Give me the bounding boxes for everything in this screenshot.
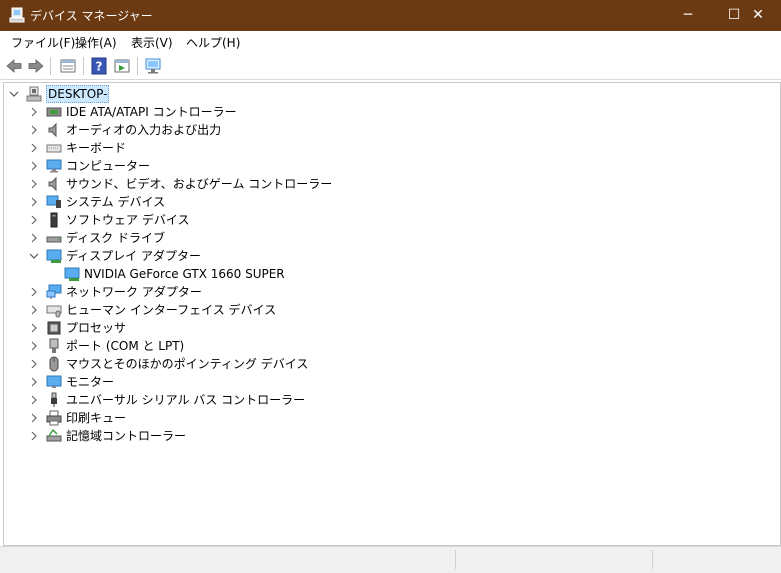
chevron-right-icon[interactable]: [28, 427, 40, 445]
tree-item-label: ソフトウェア デバイス: [66, 213, 190, 227]
chevron-right-icon[interactable]: [28, 157, 40, 175]
processor-icon: [47, 321, 61, 335]
chevron-right-icon[interactable]: [28, 139, 40, 157]
window-title: デバイス マネージャー: [30, 9, 153, 23]
update-driver-icon[interactable]: [113, 57, 131, 75]
tree-item-label: キーボード: [66, 141, 127, 155]
chevron-right-icon[interactable]: [28, 391, 40, 409]
tree-item-label: システム デバイス: [66, 195, 166, 209]
tree-root-label: DESKTOP-: [46, 85, 110, 103]
status-pane: [652, 550, 779, 569]
storage-controller-icon: [46, 428, 62, 442]
speaker-icon: [48, 122, 57, 138]
tree-item-label: コンピューター: [66, 159, 151, 173]
chevron-down-icon[interactable]: [28, 247, 40, 265]
tree-item-label: モニター: [66, 375, 115, 389]
display-adapter-icon: [64, 267, 80, 281]
chevron-right-icon[interactable]: [28, 193, 40, 211]
chevron-right-icon[interactable]: [28, 229, 40, 247]
properties-icon[interactable]: [59, 57, 77, 75]
tree-item-label: ネットワーク アダプター: [66, 285, 202, 299]
tree-item-label: IDE ATA/ATAPI コントローラー: [66, 105, 237, 119]
minimize-button[interactable]: ─: [665, 0, 711, 31]
tree-item-label: ヒューマン インターフェイス デバイス: [66, 303, 277, 317]
tree-child-label: NVIDIA GeForce GTX 1660 SUPER: [84, 267, 285, 281]
computer-icon: [46, 159, 62, 173]
chevron-right-icon[interactable]: [28, 283, 40, 301]
system-device-icon: [46, 195, 61, 208]
tree-item-label: 記憶域コントローラー: [66, 429, 187, 443]
tree-item-label: プロセッサ: [66, 321, 127, 335]
chevron-down-icon[interactable]: [8, 85, 20, 103]
close-button[interactable]: ✕: [735, 0, 781, 31]
forward-arrow-icon[interactable]: [27, 57, 45, 75]
menu-bar: ファイル(F) 操作(A) 表示(V) ヘルプ(H): [0, 31, 781, 54]
chevron-right-icon[interactable]: [28, 337, 40, 355]
chevron-right-icon[interactable]: [28, 211, 40, 229]
menu-view[interactable]: 表示(V): [131, 34, 173, 51]
svg-text:?: ?: [96, 60, 103, 74]
chevron-right-icon[interactable]: [28, 103, 40, 121]
chevron-right-icon[interactable]: [28, 319, 40, 337]
software-device-icon: [50, 212, 58, 228]
tree-item-label: サウンド、ビデオ、およびゲーム コントローラー: [66, 177, 333, 191]
tree-item-label: ディスク ドライブ: [66, 231, 165, 245]
toolbar-separator: [83, 57, 84, 75]
menu-help[interactable]: ヘルプ(H): [186, 34, 240, 51]
tree-item-label: オーディオの入力および出力: [66, 123, 222, 137]
monitor-icon: [46, 375, 62, 388]
chevron-right-icon[interactable]: [28, 121, 40, 139]
device-tree[interactable]: DESKTOP- IDE ATA/ATAPI コントローラー オーディオの入力お…: [3, 82, 781, 546]
menu-action[interactable]: 操作(A): [75, 34, 117, 51]
ide-controller-icon: [46, 107, 62, 117]
toolbar-separator: [50, 57, 51, 75]
network-adapter-icon: [46, 284, 62, 299]
mouse-icon: [49, 356, 59, 372]
chevron-right-icon[interactable]: [28, 373, 40, 391]
printer-icon: [46, 410, 62, 426]
computer-root-icon: [26, 86, 42, 102]
device-manager-icon: [9, 7, 25, 23]
sound-icon: [48, 176, 57, 192]
scan-hardware-icon[interactable]: [144, 57, 162, 75]
status-pane: [455, 550, 651, 569]
hid-icon: [46, 305, 62, 318]
chevron-right-icon[interactable]: [28, 175, 40, 193]
port-icon: [49, 338, 59, 353]
tree-item-label: マウスとそのほかのポインティング デバイス: [66, 357, 309, 371]
tree-item-label: 印刷キュー: [66, 411, 127, 425]
disk-drive-icon: [46, 236, 62, 243]
display-adapter-icon: [46, 249, 62, 263]
toolbar-separator: [137, 57, 138, 75]
chevron-right-icon[interactable]: [28, 409, 40, 427]
usb-icon: [51, 392, 57, 407]
toolbar: ?: [0, 53, 781, 80]
tree-item-label: ディスプレイ アダプター: [66, 249, 201, 263]
menu-file[interactable]: ファイル(F): [11, 34, 75, 51]
tree-item-label: ポート (COM と LPT): [66, 339, 185, 353]
chevron-right-icon[interactable]: [28, 301, 40, 319]
chevron-right-icon[interactable]: [28, 355, 40, 373]
tree-item-label: ユニバーサル シリアル バス コントローラー: [66, 393, 306, 407]
title-bar[interactable]: デバイス マネージャー ─ ☐ ✕: [0, 0, 781, 31]
back-arrow-icon[interactable]: [5, 57, 23, 75]
status-bar: [0, 546, 781, 573]
keyboard-icon: [46, 144, 62, 153]
help-icon[interactable]: ?: [90, 57, 108, 75]
